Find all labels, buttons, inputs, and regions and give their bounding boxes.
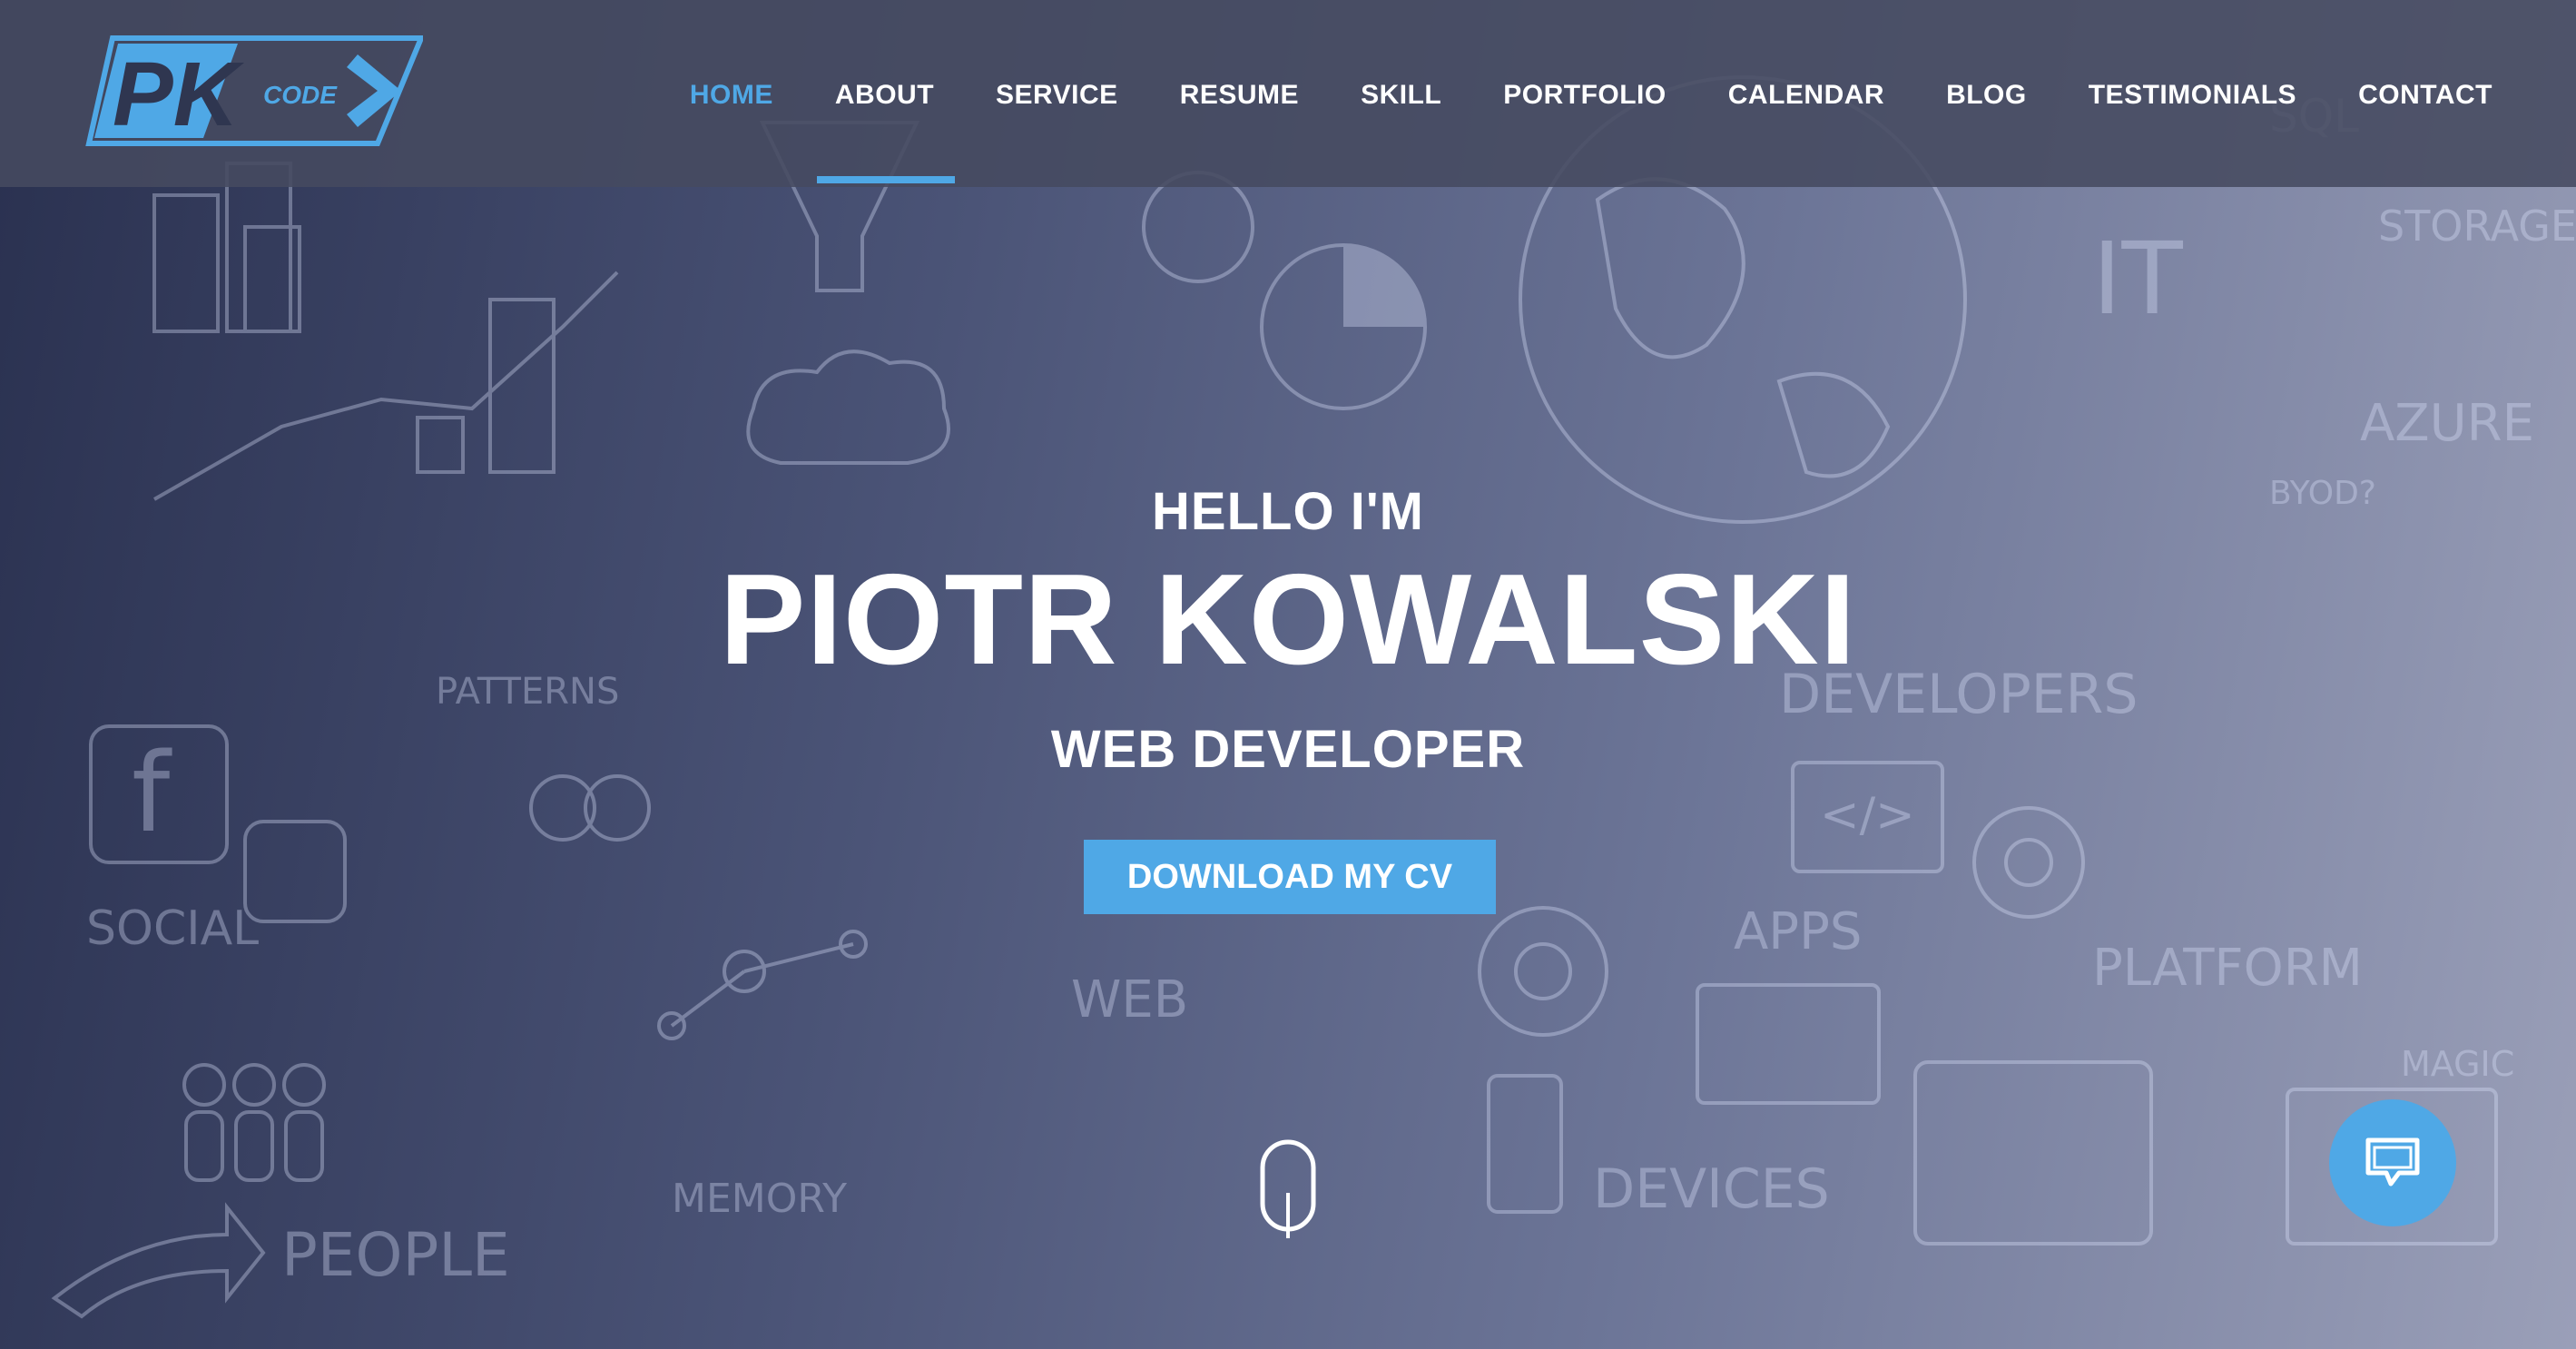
chat-button[interactable] [2329,1099,2456,1226]
hero-role: WEB DEVELOPER [1050,720,1526,779]
hero-name: PIOTR KOWALSKI [719,547,1857,692]
svg-text:IT: IT [2092,221,2183,337]
nav-item-resume[interactable]: RESUME [1180,76,1299,111]
svg-text:AZURE: AZURE [2360,394,2534,453]
svg-text:WEB: WEB [1071,970,1188,1029]
download-cv-button[interactable]: DOWNLOAD MY CV [1084,840,1496,914]
gear-icon [1972,806,2085,919]
site-logo[interactable]: PK CODE [85,34,426,147]
nav-item-home[interactable]: HOME [690,76,773,111]
laptop-icon [1696,983,1881,1105]
svg-text:MEMORY: MEMORY [672,1176,847,1222]
nav-item-portfolio[interactable]: PORTFOLIO [1503,76,1667,111]
svg-text:</>: </> [1820,788,1915,842]
nav-item-testimonials[interactable]: TESTIMONIALS [2089,76,2296,111]
svg-text:MAGIC: MAGIC [2401,1044,2514,1084]
svg-text:SOCIAL: SOCIAL [86,901,259,956]
svg-text:APPS: APPS [1734,902,1862,961]
nav-item-blog[interactable]: BLOG [1946,76,2027,111]
hero-greeting: HELLO I'M [1152,482,1424,541]
chat-bubble-icon [2365,1137,2420,1187]
nav-item-about[interactable]: ABOUT [835,76,934,111]
nav-item-contact[interactable]: CONTACT [2358,76,2492,111]
nav-item-service[interactable]: SERVICE [996,76,1118,111]
svg-text:DEVICES: DEVICES [1593,1157,1830,1221]
mouse-scroll-icon[interactable] [1259,1138,1317,1242]
svg-text:PEOPLE: PEOPLE [281,1220,510,1290]
svg-text:PLATFORM: PLATFORM [2092,939,2363,998]
logo-subtext: CODE [263,81,338,109]
nav-item-calendar[interactable]: CALENDAR [1728,76,1884,111]
nav-item-skill[interactable]: SKILL [1361,76,1441,111]
svg-text:STORAGE: STORAGE [2378,202,2576,251]
active-nav-indicator [817,176,955,183]
site-header: PK CODE HOME ABOUT SERVICE RESUME SKILL … [0,0,2576,187]
logo-letters: PK [113,44,245,145]
main-nav: HOME ABOUT SERVICE RESUME SKILL PORTFOLI… [690,0,2492,187]
